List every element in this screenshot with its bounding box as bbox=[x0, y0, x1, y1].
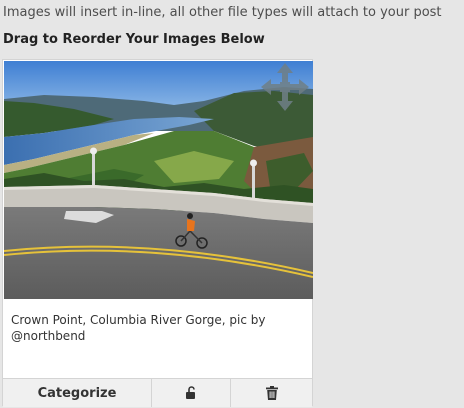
upload-notice: Images will insert in-line, all other fi… bbox=[3, 5, 442, 20]
categorize-button[interactable]: Categorize bbox=[3, 379, 152, 407]
delete-button[interactable] bbox=[231, 379, 312, 407]
unlock-icon bbox=[186, 386, 195, 399]
move-arrows-icon[interactable] bbox=[259, 61, 311, 113]
image-action-bar: Categorize bbox=[3, 378, 312, 407]
trash-icon bbox=[265, 386, 278, 400]
reorder-heading: Drag to Reorder Your Images Below bbox=[3, 32, 265, 47]
image-card[interactable]: Crown Point, Columbia River Gorge, pic b… bbox=[2, 59, 313, 407]
unlock-button[interactable] bbox=[152, 379, 231, 407]
image-thumbnail[interactable] bbox=[4, 61, 313, 299]
image-caption[interactable]: Crown Point, Columbia River Gorge, pic b… bbox=[11, 312, 301, 344]
